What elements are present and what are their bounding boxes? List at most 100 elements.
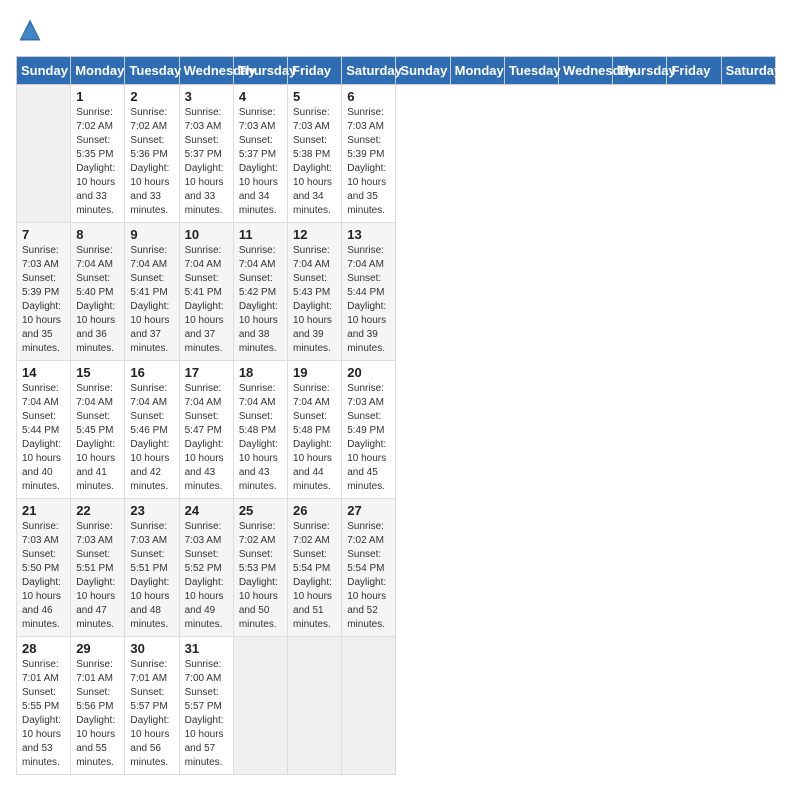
calendar-cell: 17Sunrise: 7:04 AMSunset: 5:47 PMDayligh… bbox=[179, 361, 233, 499]
daylight-label: Daylight: 10 hours and 39 minutes. bbox=[347, 301, 386, 354]
day-info: Sunrise: 7:03 AMSunset: 5:51 PMDaylight:… bbox=[76, 520, 119, 632]
calendar-cell: 9Sunrise: 7:04 AMSunset: 5:41 PMDaylight… bbox=[125, 223, 179, 361]
calendar-cell: 13 Sunrise: 7:04 AMSunset: 5:44 PMDayligh… bbox=[342, 223, 396, 361]
day-number: 2 bbox=[130, 89, 173, 104]
daylight-label: Daylight: 10 hours and 35 minutes. bbox=[347, 163, 386, 216]
day-info: Sunrise: 7:03 AMSunset: 5:39 PMDaylight:… bbox=[22, 244, 65, 356]
sunrise-label: Sunrise: 7:03 AM bbox=[185, 107, 222, 132]
day-number: 7 bbox=[22, 227, 65, 242]
day-number: 26 bbox=[293, 503, 336, 518]
day-header-friday: Friday bbox=[667, 57, 721, 85]
calendar-cell: 5Sunrise: 7:03 AMSunset: 5:38 PMDaylight… bbox=[288, 85, 342, 223]
sunset-label: Sunset: 5:37 PM bbox=[185, 135, 222, 160]
sunset-label: Sunset: 5:49 PM bbox=[347, 411, 384, 436]
calendar-week-row: 7 Sunrise: 7:03 AMSunset: 5:39 PMDaylight… bbox=[17, 223, 776, 361]
day-number: 28 bbox=[22, 641, 65, 656]
sunset-label: Sunset: 5:38 PM bbox=[293, 135, 330, 160]
day-number: 1 bbox=[76, 89, 119, 104]
calendar-cell: 2Sunrise: 7:02 AMSunset: 5:36 PMDaylight… bbox=[125, 85, 179, 223]
calendar-cell bbox=[342, 637, 396, 775]
calendar-week-row: 21 Sunrise: 7:03 AMSunset: 5:50 PMDayligh… bbox=[17, 499, 776, 637]
day-info: Sunrise: 7:03 AMSunset: 5:50 PMDaylight:… bbox=[22, 520, 65, 632]
day-info: Sunrise: 7:01 AMSunset: 5:55 PMDaylight:… bbox=[22, 658, 65, 770]
day-header-monday: Monday bbox=[71, 57, 125, 85]
day-info: Sunrise: 7:04 AMSunset: 5:44 PMDaylight:… bbox=[347, 244, 390, 356]
sunrise-label: Sunrise: 7:02 AM bbox=[347, 521, 384, 546]
day-info: Sunrise: 7:03 AMSunset: 5:37 PMDaylight:… bbox=[185, 106, 228, 218]
daylight-label: Daylight: 10 hours and 48 minutes. bbox=[130, 577, 169, 630]
day-number: 6 bbox=[347, 89, 390, 104]
day-info: Sunrise: 7:04 AMSunset: 5:41 PMDaylight:… bbox=[185, 244, 228, 356]
logo bbox=[16, 16, 48, 44]
calendar-cell: 7 Sunrise: 7:03 AMSunset: 5:39 PMDaylight… bbox=[17, 223, 71, 361]
daylight-label: Daylight: 10 hours and 36 minutes. bbox=[76, 301, 115, 354]
sunrise-label: Sunrise: 7:04 AM bbox=[293, 383, 330, 408]
calendar-cell: 3Sunrise: 7:03 AMSunset: 5:37 PMDaylight… bbox=[179, 85, 233, 223]
sunset-label: Sunset: 5:43 PM bbox=[293, 273, 330, 298]
day-info: Sunrise: 7:03 AMSunset: 5:37 PMDaylight:… bbox=[239, 106, 282, 218]
day-number: 14 bbox=[22, 365, 65, 380]
day-header-saturday: Saturday bbox=[342, 57, 396, 85]
daylight-label: Daylight: 10 hours and 55 minutes. bbox=[76, 715, 115, 768]
logo-icon bbox=[16, 16, 44, 44]
sunrise-label: Sunrise: 7:02 AM bbox=[239, 521, 276, 546]
day-info: Sunrise: 7:03 AM Sunset: 5:39 PM Daylight:… bbox=[347, 106, 390, 218]
sunset-label: Sunset: 5:57 PM bbox=[185, 687, 222, 712]
daylight-label: Daylight: 10 hours and 40 minutes. bbox=[22, 439, 61, 492]
day-number: 12 bbox=[293, 227, 336, 242]
daylight-label: Daylight: 10 hours and 51 minutes. bbox=[293, 577, 332, 630]
day-number: 8 bbox=[76, 227, 119, 242]
day-number: 20 bbox=[347, 365, 390, 380]
day-header-saturday: Saturday bbox=[721, 57, 775, 85]
calendar-cell: 14 Sunrise: 7:04 AMSunset: 5:44 PMDayligh… bbox=[17, 361, 71, 499]
day-number: 10 bbox=[185, 227, 228, 242]
calendar-cell: 22Sunrise: 7:03 AMSunset: 5:51 PMDayligh… bbox=[71, 499, 125, 637]
sunrise-label: Sunrise: 7:03 AM bbox=[130, 521, 167, 546]
daylight-label: Daylight: 10 hours and 56 minutes. bbox=[130, 715, 169, 768]
sunrise-label: Sunrise: 7:02 AM bbox=[76, 107, 113, 132]
day-info: Sunrise: 7:02 AMSunset: 5:54 PMDaylight:… bbox=[293, 520, 336, 632]
sunrise-label: Sunrise: 7:02 AM bbox=[130, 107, 167, 132]
sunrise-label: Sunrise: 7:04 AM bbox=[185, 383, 222, 408]
calendar-cell: 25 Sunrise: 7:02 AMSunset: 5:53 PMDayligh… bbox=[233, 499, 287, 637]
day-info: Sunrise: 7:04 AM Sunset: 5:41 PM Daylight:… bbox=[130, 244, 173, 356]
day-number: 30 bbox=[130, 641, 173, 656]
day-info: Sunrise: 7:04 AMSunset: 5:45 PMDaylight:… bbox=[76, 382, 119, 494]
sunrise-label: Sunrise: 7:01 AM bbox=[76, 659, 113, 684]
calendar-cell: 10 Sunrise: 7:04 AMSunset: 5:41 PMDayligh… bbox=[179, 223, 233, 361]
sunset-label: Sunset: 5:45 PM bbox=[76, 411, 113, 436]
day-number: 25 bbox=[239, 503, 282, 518]
day-number: 21 bbox=[22, 503, 65, 518]
sunrise-label: Sunrise: 7:04 AM bbox=[185, 245, 222, 270]
daylight-label: Daylight: 10 hours and 45 minutes. bbox=[347, 439, 386, 492]
day-number: 27 bbox=[347, 503, 390, 518]
day-number: 5 bbox=[293, 89, 336, 104]
calendar-cell: 29Sunrise: 7:01 AMSunset: 5:56 PMDayligh… bbox=[71, 637, 125, 775]
calendar-table: SundayMondayTuesdayWednesdayThursdayFrid… bbox=[16, 56, 776, 775]
calendar-cell: 21 Sunrise: 7:03 AMSunset: 5:50 PMDayligh… bbox=[17, 499, 71, 637]
daylight-label: Daylight: 10 hours and 37 minutes. bbox=[130, 301, 169, 354]
calendar-cell: 26 Sunrise: 7:02 AMSunset: 5:54 PMDayligh… bbox=[288, 499, 342, 637]
daylight-label: Daylight: 10 hours and 33 minutes. bbox=[76, 163, 115, 216]
sunset-label: Sunset: 5:39 PM bbox=[347, 135, 384, 160]
sunrise-label: Sunrise: 7:03 AM bbox=[347, 107, 384, 132]
daylight-label: Daylight: 10 hours and 35 minutes. bbox=[22, 301, 61, 354]
sunset-label: Sunset: 5:51 PM bbox=[130, 549, 167, 574]
calendar-header-row: SundayMondayTuesdayWednesdayThursdayFrid… bbox=[17, 57, 776, 85]
day-info: Sunrise: 7:03 AMSunset: 5:52 PMDaylight:… bbox=[185, 520, 228, 632]
sunset-label: Sunset: 5:48 PM bbox=[239, 411, 276, 436]
sunset-label: Sunset: 5:41 PM bbox=[130, 273, 167, 298]
sunset-label: Sunset: 5:40 PM bbox=[76, 273, 113, 298]
day-info: Sunrise: 7:04 AMSunset: 5:44 PMDaylight:… bbox=[22, 382, 65, 494]
sunset-label: Sunset: 5:51 PM bbox=[76, 549, 113, 574]
day-number: 19 bbox=[293, 365, 336, 380]
sunrise-label: Sunrise: 7:03 AM bbox=[293, 107, 330, 132]
sunrise-label: Sunrise: 7:04 AM bbox=[130, 383, 167, 408]
day-number: 13 bbox=[347, 227, 390, 242]
day-number: 3 bbox=[185, 89, 228, 104]
day-number: 15 bbox=[76, 365, 119, 380]
day-info: Sunrise: 7:02 AMSunset: 5:53 PMDaylight:… bbox=[239, 520, 282, 632]
day-header-tuesday: Tuesday bbox=[125, 57, 179, 85]
sunrise-label: Sunrise: 7:04 AM bbox=[130, 245, 167, 270]
calendar-week-row: 1Sunrise: 7:02 AMSunset: 5:35 PMDaylight… bbox=[17, 85, 776, 223]
